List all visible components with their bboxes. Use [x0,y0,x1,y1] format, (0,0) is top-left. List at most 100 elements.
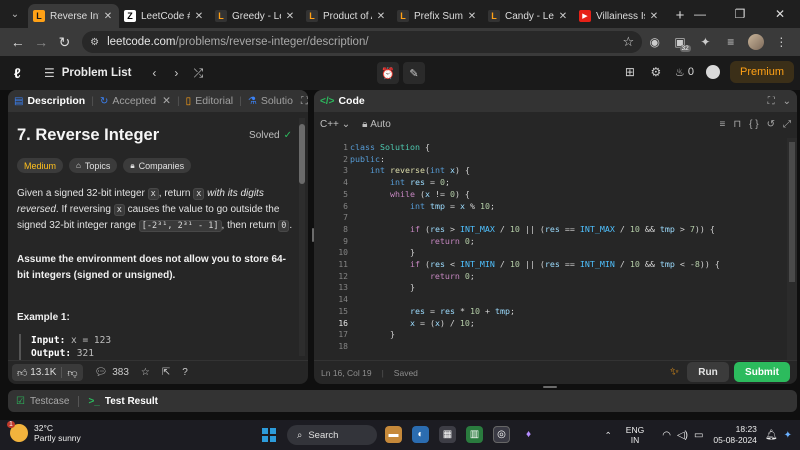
code-line[interactable]: return 0; [350,236,475,248]
fullscreen-icon[interactable]: ⤢ [783,119,791,130]
magic-wand-icon[interactable]: ✨︎ [670,366,679,379]
battery-icon[interactable]: ▭ [694,430,703,441]
back-icon[interactable]: ← [6,30,29,54]
notification-bell-icon[interactable]: 🔔︎ [765,430,778,441]
settings-gear-icon[interactable]: ⚙ [645,61,667,83]
wifi-icon[interactable]: ◠ [662,430,671,441]
premium-button[interactable]: Premium [729,61,794,83]
browser-tab[interactable]: Z LeetCode #7 ✕ [119,4,210,28]
next-problem-icon[interactable]: › [165,62,187,84]
close-icon[interactable]: ✕ [162,95,171,107]
tab-testcase[interactable]: ☑ Testcase [16,396,69,407]
shuffle-icon[interactable]: ⤮ [187,62,209,84]
braces-icon[interactable]: { } [749,119,758,130]
auto-mode-toggle[interactable]: 🔒︎ Auto [362,119,391,130]
like-button[interactable]: 👍︎ 13.1K 👎︎ [12,364,83,381]
code-line[interactable]: if (res < INT_MIN / 10 || (res == INT_MI… [350,259,720,271]
topics-button[interactable]: ⌂ Topics [69,158,118,173]
chrome-icon[interactable]: ◎ [493,426,510,443]
streak-counter[interactable]: ♨ 0 [675,66,694,79]
favorite-star-icon[interactable]: ☆ [141,367,150,378]
browser-tab[interactable]: ▶ Villainess Is D ✕ [574,4,665,28]
companies-button[interactable]: 🔒︎ Companies [123,158,192,173]
language-indicator[interactable]: ENG IN [626,425,644,445]
horizontal-resize-handle[interactable] [543,386,557,388]
sheets-icon[interactable]: ▥ [466,426,483,443]
reload-icon[interactable]: ↻ [53,30,76,54]
maximize-icon[interactable]: ❐ [720,0,760,28]
close-icon[interactable]: ✕ [193,11,205,22]
minimize-icon[interactable]: — [680,0,720,28]
extension-icon[interactable]: ▣ 32 [667,30,692,54]
tab-code[interactable]: </> Code [320,95,365,107]
browser-menu-icon[interactable]: ⋮ [769,30,794,54]
maximize-panel-icon[interactable]: ⛶ [301,96,308,107]
timer-icon[interactable]: ⏰ [377,62,399,84]
close-icon[interactable]: ✕ [557,11,569,22]
maximize-panel-icon[interactable]: ⛶ [768,96,775,107]
incognito-extension-icon[interactable]: ◉ [642,30,667,54]
clock[interactable]: 18:23 05-08-2024 [713,424,756,446]
store-icon[interactable]: ▦ [439,426,456,443]
url-field[interactable]: ⚙ leetcode.com/problems/reverse-integer/… [82,31,643,53]
close-window-icon[interactable]: ✕ [760,0,800,28]
bookmark-star-icon[interactable]: ☆ [622,34,634,50]
user-avatar[interactable] [705,65,720,79]
code-line[interactable]: } [350,247,415,259]
file-explorer-icon[interactable]: ▬ [385,426,402,443]
profile-avatar[interactable] [743,30,768,54]
layout-grid-icon[interactable]: ⊞ [619,61,641,83]
app-icon[interactable]: ♦ [520,426,537,443]
description-scrollbar[interactable] [298,118,306,356]
run-button[interactable]: Run [687,362,729,382]
tab-test-result[interactable]: >_ Test Result [88,396,158,407]
reset-icon[interactable]: ↺ [767,119,775,130]
code-line[interactable]: int res = 0; [350,177,450,189]
tab-search-icon[interactable]: ⌄ [4,3,26,25]
puzzle-extensions-icon[interactable]: ✦ [693,30,718,54]
code-line[interactable]: int tmp = x % 10; [350,201,495,213]
code-line[interactable]: if (res > INT_MAX / 10 || (res == INT_MA… [350,224,715,236]
code-line[interactable]: int reverse(int x) { [350,165,470,177]
language-select[interactable]: C++ ⌄ [320,119,350,130]
tab-editorial[interactable]: ▯ Editorial [186,95,233,107]
comments-button[interactable]: 💬︎ 383 [95,367,129,378]
weather-widget[interactable]: 1 32°C Partly sunny [7,421,81,443]
share-icon[interactable]: ⇱ [162,367,170,378]
code-line[interactable]: res = res * 10 + tmp; [350,306,515,318]
tab-solutions[interactable]: ⚗ Solutio [248,95,293,107]
bookmark-icon[interactable]: ⊓ [733,119,741,130]
code-line[interactable]: public: [350,154,385,166]
browser-tab[interactable]: L Reverse Integ ✕ [28,4,119,28]
notes-icon[interactable]: ✎ [403,62,425,84]
thumbs-down-icon[interactable]: 👎︎ [67,367,77,379]
prev-problem-icon[interactable]: ‹ [143,62,165,84]
tab-description[interactable]: ▤ Description [14,95,85,107]
submit-button[interactable]: Submit [734,362,790,382]
copilot-icon[interactable]: ✦ [784,430,792,441]
browser-tab[interactable]: L Greedy - Leet ✕ [210,4,301,28]
close-icon[interactable]: ✕ [648,11,660,22]
code-line[interactable]: class Solution { [350,142,430,154]
code-line[interactable]: while (x != 0) { [350,189,470,201]
collapse-panel-icon[interactable]: ⌄ [783,96,791,107]
volume-icon[interactable]: ◁) [677,430,688,441]
problem-list-button[interactable]: ☰ Problem List [44,66,131,80]
media-icon[interactable]: ≡ [718,30,743,54]
format-icon[interactable]: ≡ [719,119,725,130]
code-line[interactable]: return 0; [350,271,475,283]
taskbar-search[interactable]: ⌕ Search [287,425,377,445]
forward-icon[interactable]: → [29,30,52,54]
code-line[interactable]: } [350,329,395,341]
code-line[interactable]: } [350,282,415,294]
close-icon[interactable]: ✕ [375,11,387,22]
browser-tab[interactable]: L Product of Ar ✕ [301,4,392,28]
code-line[interactable]: x = (x) / 10; [350,318,475,330]
browser-tab[interactable]: L Candy - Leetc ✕ [483,4,574,28]
edge-icon[interactable]: ◐ [412,426,429,443]
help-icon[interactable]: ? [182,367,188,378]
tray-overflow-icon[interactable]: ⌃ [605,430,612,441]
leetcode-logo-icon[interactable]: ℓ [14,65,28,81]
editor-scrollbar[interactable] [787,138,797,360]
code-editor[interactable]: 1 class Solution {2 public: 3 int reverse(i… [314,138,786,360]
